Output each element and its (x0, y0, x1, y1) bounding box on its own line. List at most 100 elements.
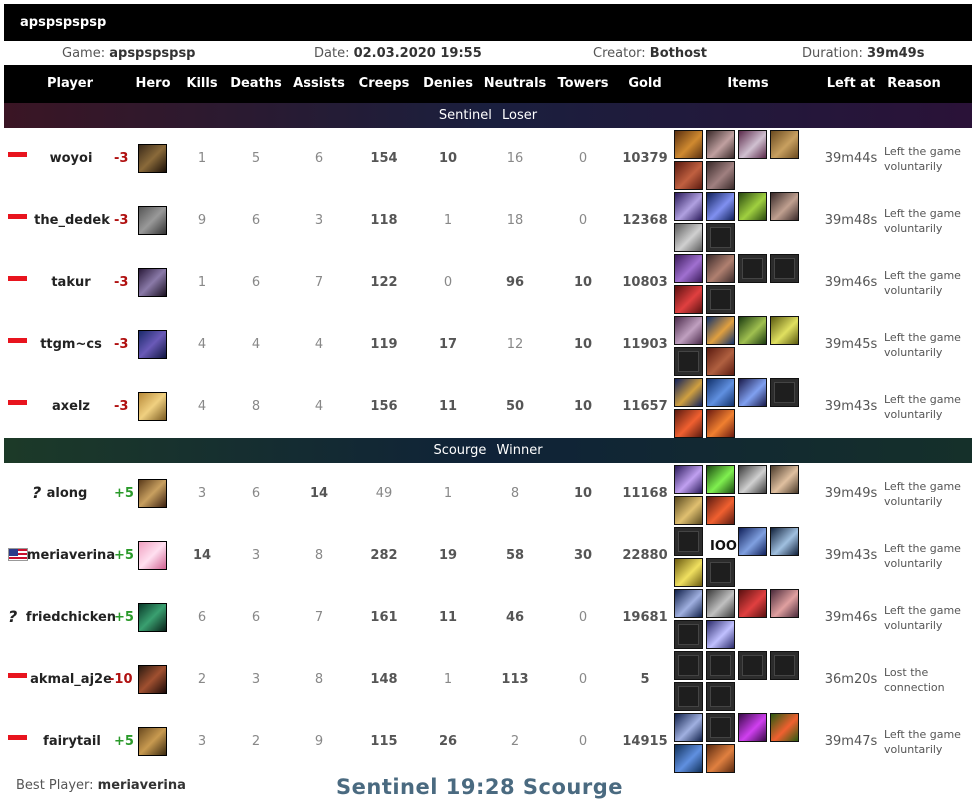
item-icon[interactable] (674, 465, 703, 494)
hero-portrait[interactable] (138, 603, 167, 632)
item-icon[interactable] (674, 558, 703, 587)
item-icon[interactable] (674, 589, 703, 618)
item-icon[interactable] (674, 161, 703, 190)
item-icon[interactable] (674, 192, 703, 221)
empty-item-slot[interactable] (738, 651, 767, 680)
item-icon[interactable] (738, 713, 767, 742)
item-icon[interactable] (770, 316, 799, 345)
player-name[interactable]: the_dedek (34, 190, 110, 252)
hero-portrait[interactable] (138, 392, 167, 421)
score-change: -3 (114, 337, 129, 352)
item-icon[interactable] (738, 465, 767, 494)
player-name[interactable]: friedchicken (26, 587, 116, 649)
empty-item-slot[interactable] (738, 254, 767, 283)
left-at-cell: 39m48s (824, 213, 878, 228)
item-icon[interactable] (770, 589, 799, 618)
item-icon[interactable] (674, 254, 703, 283)
item-icon[interactable] (738, 589, 767, 618)
item-icon[interactable] (706, 465, 735, 494)
assists-cell: 6 (314, 151, 324, 166)
empty-item-slot[interactable] (706, 651, 735, 680)
gold-cell: 10803 (622, 275, 668, 290)
item-icon[interactable] (770, 713, 799, 742)
left-at-cell: 39m44s (824, 151, 878, 166)
item-icon[interactable] (706, 620, 735, 649)
reason-line: voluntarily (884, 743, 943, 756)
assists-cell: 14 (309, 486, 329, 501)
hero-portrait[interactable] (138, 541, 167, 570)
empty-item-slot[interactable] (674, 527, 703, 556)
player-name[interactable]: meriaverina (27, 525, 115, 587)
neutrals-cell: 2 (510, 734, 520, 749)
item-icon[interactable] (674, 496, 703, 525)
player-name[interactable]: woyoi (50, 128, 93, 190)
item-icon[interactable] (770, 130, 799, 159)
item-icon[interactable] (770, 465, 799, 494)
item-icon[interactable] (674, 130, 703, 159)
item-icon[interactable] (706, 347, 735, 376)
item-icon[interactable] (706, 378, 735, 407)
player-name[interactable]: fairytail (43, 711, 101, 773)
empty-item-slot[interactable] (706, 285, 735, 314)
empty-item-slot[interactable] (770, 651, 799, 680)
item-icon[interactable] (738, 130, 767, 159)
neutrals-cell: 58 (505, 548, 525, 563)
item-icon[interactable] (706, 254, 735, 283)
hero-portrait[interactable] (138, 144, 167, 173)
player-name[interactable]: axelz (52, 376, 90, 438)
empty-item-slot[interactable] (770, 378, 799, 407)
item-icon[interactable] (674, 378, 703, 407)
item-icon[interactable] (738, 527, 767, 556)
item-icon[interactable] (706, 496, 735, 525)
empty-item-slot[interactable] (770, 254, 799, 283)
item-icon[interactable] (770, 192, 799, 221)
duration-value: 39m49s (866, 45, 925, 61)
item-icon[interactable] (738, 316, 767, 345)
item-icon[interactable] (706, 130, 735, 159)
hero-portrait[interactable] (138, 206, 167, 235)
item-icon[interactable] (770, 527, 799, 556)
hero-portrait[interactable] (138, 479, 167, 508)
gold-cell: 10379 (622, 151, 668, 166)
hero-portrait[interactable] (138, 330, 167, 359)
item-icon[interactable] (674, 409, 703, 438)
hero-portrait[interactable] (138, 665, 167, 694)
player-name[interactable]: takur (51, 252, 90, 314)
neutrals-cell: 16 (506, 151, 524, 166)
game-value: apspspspsp (109, 45, 196, 61)
empty-item-slot[interactable] (706, 223, 735, 252)
player-name[interactable]: akmal_aj2e (30, 649, 112, 711)
empty-item-slot[interactable] (706, 682, 735, 711)
player-name[interactable]: ttgm~cs (40, 314, 102, 376)
item-icon[interactable] (738, 192, 767, 221)
item-icon[interactable] (706, 192, 735, 221)
empty-item-slot[interactable] (674, 620, 703, 649)
creeps-cell: 115 (370, 734, 398, 749)
reason-line: Lost the (884, 666, 929, 679)
item-icon[interactable] (674, 223, 703, 252)
column-header-towers: Towers (557, 76, 609, 91)
kills-cell: 4 (197, 337, 207, 352)
item-icon[interactable] (706, 409, 735, 438)
denies-cell: 1 (443, 672, 453, 687)
empty-item-slot[interactable] (674, 682, 703, 711)
empty-item-slot[interactable] (706, 713, 735, 742)
empty-item-slot[interactable] (674, 347, 703, 376)
empty-item-slot[interactable] (674, 651, 703, 680)
player-name[interactable]: along (47, 463, 88, 525)
item-icon[interactable] (706, 589, 735, 618)
item-icon[interactable] (674, 285, 703, 314)
empty-item-slot[interactable] (706, 558, 735, 587)
item-icon[interactable] (738, 378, 767, 407)
item-icon[interactable] (706, 161, 735, 190)
item-icon[interactable] (674, 713, 703, 742)
hero-portrait[interactable] (138, 268, 167, 297)
item-icon[interactable] (674, 744, 703, 773)
reason-line: voluntarily (884, 284, 943, 297)
player-row: axelz -3 4 8 4 156 11 50 10 11657 39m43s Left the g… (4, 376, 972, 438)
hero-portrait[interactable] (138, 727, 167, 756)
player-row: meriaverina +5 14 3 8 282 19 58 30 22880 IOOL 39m43… (4, 525, 972, 587)
item-icon[interactable] (706, 744, 735, 773)
item-icon[interactable] (706, 316, 735, 345)
item-icon[interactable] (674, 316, 703, 345)
